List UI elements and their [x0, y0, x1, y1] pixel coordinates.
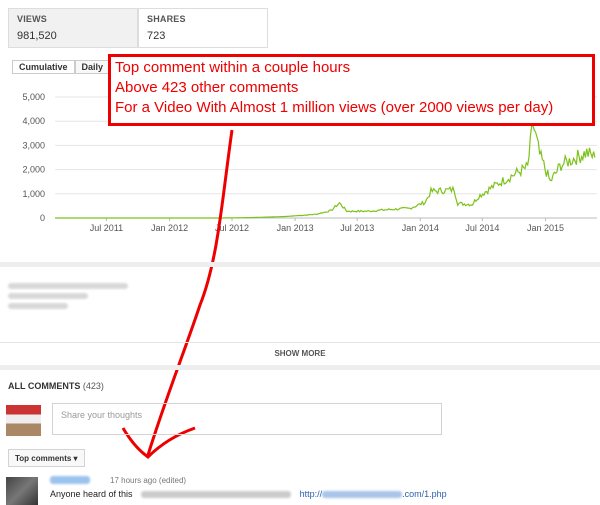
chart-mode-toggle: Cumulative Daily [12, 60, 111, 74]
stats-bar: VIEWS 981,520 SHARES 723 [8, 8, 268, 48]
comment-input[interactable]: Share your thoughts [52, 403, 442, 435]
x-tick-label: Jan 2012 [151, 223, 188, 233]
comments-title: ALL COMMENTS [8, 381, 81, 391]
shares-value: 723 [147, 30, 166, 42]
sort-comments-dropdown[interactable]: Top comments ▾ [8, 449, 85, 467]
x-tick-label: Jul 2011 [90, 223, 123, 233]
y-tick-label: 1,000 [22, 189, 45, 199]
views-label: VIEWS [17, 14, 48, 24]
x-tick-label: Jan 2013 [277, 223, 314, 233]
comments-count: (423) [82, 381, 104, 391]
redacted-text [141, 491, 292, 499]
views-stat[interactable]: VIEWS 981,520 [8, 8, 138, 48]
x-tick-label: Jul 2014 [465, 223, 499, 233]
y-tick-label: 2,000 [22, 165, 45, 175]
commenter-name-redacted[interactable] [50, 476, 90, 484]
daily-toggle[interactable]: Daily [74, 60, 111, 74]
annotation-line-1: Top comment within a couple hours [115, 59, 351, 76]
show-more-button[interactable]: SHOW MORE [0, 342, 600, 362]
cumulative-toggle[interactable]: Cumulative [12, 60, 75, 74]
annotation-box: Top comment within a couple hours Above … [108, 54, 595, 126]
x-tick-label: Jan 2014 [402, 223, 439, 233]
comment-text: Anyone heard of this http://.com/1.php [50, 489, 447, 499]
commenter-avatar[interactable] [6, 477, 38, 505]
x-tick-label: Jul 2012 [215, 223, 249, 233]
annotation-line-3: For a Video With Almost 1 million views … [115, 99, 554, 116]
comments-heading: ALL COMMENTS (423) [8, 381, 104, 391]
x-tick-label: Jan 2015 [527, 223, 564, 233]
comment-link[interactable]: http://.com/1.php [300, 489, 447, 499]
video-description-redacted [8, 283, 138, 315]
chevron-down-icon: ▾ [73, 454, 78, 463]
comment-timestamp[interactable]: 17 hours ago (edited) [110, 476, 186, 485]
y-tick-label: 0 [40, 213, 45, 223]
y-tick-label: 3,000 [22, 140, 45, 150]
shares-label: SHARES [147, 14, 186, 24]
shares-stat[interactable]: SHARES 723 [138, 8, 268, 48]
annotation-line-2: Above 423 other comments [115, 79, 299, 96]
y-tick-label: 4,000 [22, 116, 45, 126]
user-avatar [6, 405, 41, 436]
section-divider [0, 365, 600, 370]
views-value: 981,520 [17, 30, 57, 42]
sort-label: Top comments [15, 454, 72, 463]
y-tick-label: 5,000 [22, 92, 45, 102]
views-series-line [55, 124, 596, 219]
redacted-link [322, 491, 403, 499]
x-tick-label: Jul 2013 [340, 223, 374, 233]
section-divider [0, 262, 600, 267]
comment-body: Anyone heard of this [50, 489, 133, 499]
